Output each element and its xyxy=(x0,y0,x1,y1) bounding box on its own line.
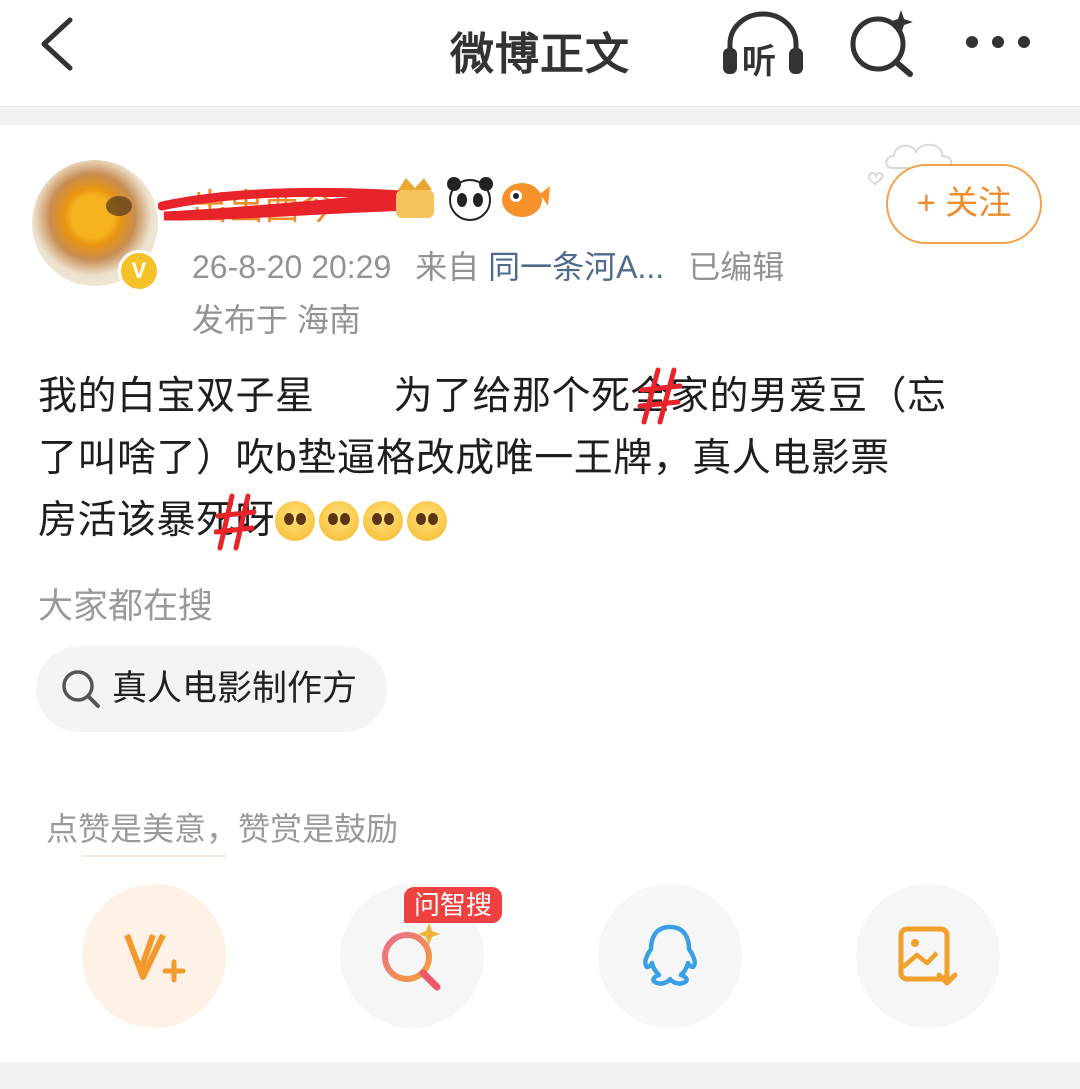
post-line-1: 我的白宝双子星 为了给那个死全家的男爱豆（忘 xyxy=(38,375,947,418)
red-scribble-mark xyxy=(637,367,683,425)
pleading-emoji-icon xyxy=(275,500,316,541)
edited-label: 已编辑 xyxy=(688,249,785,285)
location-prefix: 发布于 xyxy=(192,302,289,338)
top-bar: 微博正文 听 xyxy=(0,0,1080,107)
search-icon xyxy=(62,670,100,708)
listen-label: 听 xyxy=(742,43,776,81)
pleading-emoji-icon xyxy=(407,500,448,541)
reward-tip: 点赞是美意，赞赏是鼓励 xyxy=(46,811,399,847)
post-line-2: 了叫啥了）吹b垫逼格改成唯一王牌，真人电影票 xyxy=(38,437,890,480)
post-content: 我的白宝双子星 为了给那个死全家的男爱豆（忘 了叫啥了）吹b垫逼格改成唯一王牌，… xyxy=(38,366,1048,554)
page-title: 微博正文 xyxy=(450,29,630,80)
bottom-divider xyxy=(0,1062,1080,1089)
medal-icons xyxy=(396,177,550,221)
red-scribble-mark xyxy=(214,493,257,551)
section-divider xyxy=(0,107,1080,125)
follow-button[interactable]: + 关注 xyxy=(886,164,1042,244)
tip-underline xyxy=(82,855,226,857)
trending-search-heading: 大家都在搜 xyxy=(38,587,214,626)
share-qq-button[interactable] xyxy=(598,884,742,1028)
search-chip-label: 真人电影制作方 xyxy=(112,669,358,708)
post-line-3: 房活该暴死呀 xyxy=(38,490,1048,554)
post-timestamp: 26-8-20 20:29 xyxy=(192,249,392,285)
reward-button[interactable] xyxy=(82,884,226,1028)
panda-icon xyxy=(447,177,493,221)
redaction-scribble xyxy=(158,187,423,221)
location-name: 海南 xyxy=(296,302,361,338)
ai-search-badge: 问智搜 xyxy=(404,887,503,923)
post-location: 发布于 海南 xyxy=(192,295,361,341)
qq-icon xyxy=(643,924,697,986)
fish-icon xyxy=(502,183,550,217)
verified-badge: V xyxy=(118,250,160,292)
listen-button[interactable]: 听 xyxy=(718,8,808,81)
v-plus-icon xyxy=(124,933,186,983)
source-prefix: 来自 xyxy=(415,249,480,285)
more-dots-icon[interactable] xyxy=(962,30,1034,54)
save-image-button[interactable] xyxy=(856,884,1000,1028)
pleading-emoji-icon xyxy=(319,500,360,541)
pleading-emoji-icon xyxy=(363,500,404,541)
post-meta: 26-8-20 20:29 来自 同一条河A... 已编辑 xyxy=(192,242,784,288)
crown-icon xyxy=(396,178,434,218)
post-source-link[interactable]: 同一条河A... xyxy=(488,249,664,285)
ai-search-icon[interactable] xyxy=(846,6,918,78)
ai-search-icon xyxy=(382,923,441,991)
save-image-icon xyxy=(898,926,958,986)
emoji-row xyxy=(275,492,451,554)
search-suggestion-chip[interactable]: 真人电影制作方 xyxy=(36,646,388,732)
